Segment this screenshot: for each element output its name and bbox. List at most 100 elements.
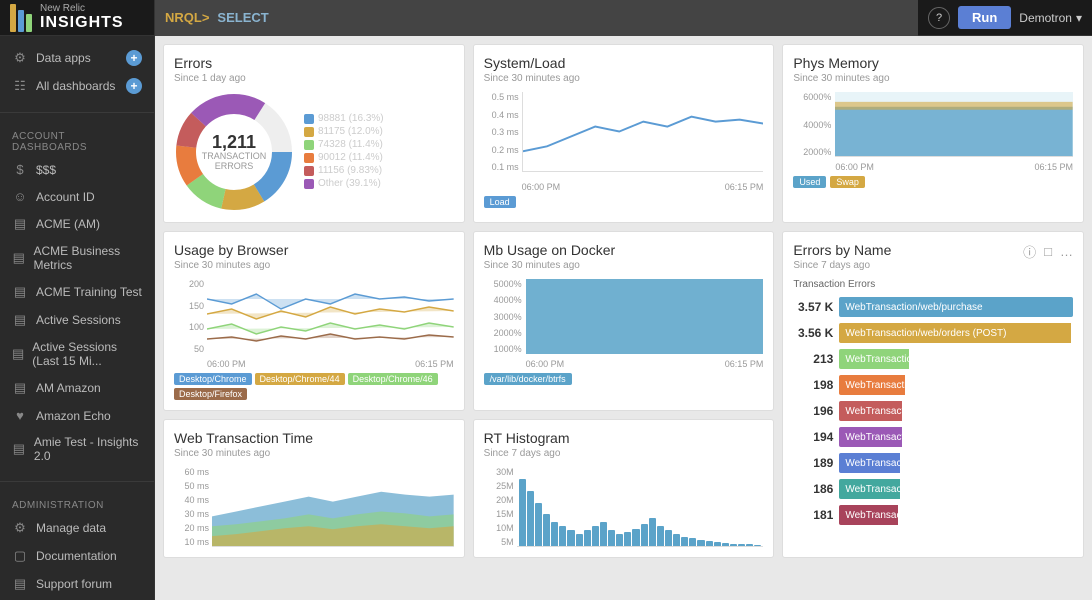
- xaxis-label: 06:00 PM: [526, 359, 565, 369]
- account-icon: ☺: [12, 189, 28, 204]
- xaxis-label: 06:15 PM: [725, 182, 764, 192]
- yaxis-label: 10M: [484, 523, 514, 533]
- yaxis-label: 0.2 ms: [484, 145, 519, 155]
- xaxis-label: 06:00 PM: [522, 182, 561, 192]
- widget-phys-memory: Phys Memory Since 30 minutes ago 6000%40…: [782, 44, 1084, 223]
- error-count: 186: [793, 482, 833, 496]
- browser-tag-item: Desktop/Firefox: [174, 388, 247, 400]
- error-name-row: 186 WebTransaction/web/admin/reports/wee…: [793, 476, 1073, 502]
- usage-browser-subtitle: Since 30 minutes ago: [174, 260, 454, 271]
- errors-legend: 98881 (16.3%)81175 (12.0%)74328 (11.4%)9…: [304, 113, 384, 191]
- rt-bar: [527, 491, 534, 546]
- sidebar: ⚙ Data apps + ☷ All dashboards + ACCOUNT…: [0, 36, 155, 600]
- sidebar-item-all-dashboards[interactable]: ☷ All dashboards +: [0, 72, 154, 100]
- legend-item: Other (39.1%): [304, 178, 384, 189]
- browser-tags: Desktop/ChromeDesktop/Chrome/44Desktop/C…: [174, 373, 454, 400]
- yaxis-label: 50 ms: [174, 481, 209, 491]
- legend-item: 90012 (11.4%): [304, 152, 384, 163]
- docker-yaxis: 5000%4000%3000%2000%1000%: [484, 279, 522, 354]
- rt-bar: [746, 544, 753, 546]
- sidebar-item-amie-test[interactable]: ▤ Amie Test - Insights 2.0: [0, 429, 154, 469]
- docker-xaxis: 06:00 PM06:15 PM: [526, 359, 764, 369]
- info-button[interactable]: ⓘ: [1021, 240, 1038, 263]
- mb-docker-subtitle: Since 30 minutes ago: [484, 260, 764, 271]
- browser-tag-item: Desktop/Chrome/46: [348, 373, 438, 385]
- run-button[interactable]: Run: [958, 6, 1011, 29]
- nrql-input[interactable]: [217, 10, 908, 25]
- widget-mb-docker: Mb Usage on Docker Since 30 minutes ago …: [473, 231, 775, 411]
- logo: New Relic INSIGHTS: [0, 0, 155, 35]
- widget-errors: Errors Since 1 day ago 1,211 T: [163, 44, 465, 223]
- sidebar-item-am-amazon[interactable]: ▤ AM Amazon: [0, 374, 154, 402]
- sidebar-item-acme-am[interactable]: ▤ ACME (AM): [0, 210, 154, 238]
- error-bar-fill: WebTransaction/web/purchase: [839, 297, 1073, 317]
- widget-errors-by-name: Errors by Name Since 7 days ago ⓘ □ … Tr…: [782, 231, 1084, 558]
- error-name-row: 181 WebTransaction/web/...: [793, 502, 1073, 528]
- add-dashboard-button[interactable]: +: [126, 78, 142, 94]
- sidebar-account-id-label: Account ID: [36, 190, 95, 204]
- error-bar-fill: WebTransaction/web/admin/reports/yearly_…: [839, 349, 909, 369]
- yaxis-label: 0.5 ms: [484, 92, 519, 102]
- wtt-chart: 60 ms50 ms40 ms30 ms20 ms10 ms: [174, 467, 454, 547]
- sidebar-item-active-sessions-15[interactable]: ▤ Active Sessions (Last 15 Mi...: [0, 334, 154, 374]
- yaxis-label: 3000%: [484, 312, 522, 322]
- nrql-bar: NRQL>: [155, 0, 918, 36]
- am-amazon-icon: ▤: [12, 380, 28, 396]
- sidebar-item-acme-tt[interactable]: ▤ ACME Training Test: [0, 278, 154, 306]
- sidebar-item-manage-data[interactable]: ⚙ Manage data: [0, 514, 154, 542]
- amie-test-icon: ▤: [12, 441, 26, 457]
- wtt-area-chart: [212, 467, 454, 546]
- add-data-apps-button[interactable]: +: [126, 50, 142, 66]
- error-bar-fill: WebTransaction/web/...: [839, 505, 897, 525]
- help-button[interactable]: ?: [928, 7, 950, 29]
- rt-bar: [551, 522, 558, 546]
- errors-name-section-label: Transaction Errors: [793, 279, 1073, 290]
- errors-content: 1,211 TRANSACTION ERRORS 98881 (16.3%)81…: [174, 92, 454, 212]
- error-count: 213: [793, 352, 833, 366]
- legend-label: 98881 (16.3%): [318, 113, 384, 124]
- logo-brand: INSIGHTS: [40, 14, 124, 32]
- yaxis-label: 5000%: [484, 279, 522, 289]
- sidebar-item-data-apps[interactable]: ⚙ Data apps +: [0, 44, 154, 72]
- phys-memory-tags: UsedSwap: [793, 176, 1073, 188]
- sidebar-item-active-sessions[interactable]: ▤ Active Sessions: [0, 306, 154, 334]
- system-load-title: System/Load: [484, 55, 764, 71]
- rt-bar: [616, 534, 623, 546]
- error-name-row: 198 WebTransaction/web/order_status (GET…: [793, 372, 1073, 398]
- sidebar-item-support-forum[interactable]: ▤ Support forum: [0, 570, 154, 598]
- sidebar-item-account-id[interactable]: ☺ Account ID: [0, 183, 154, 210]
- yaxis-label: 2000%: [484, 328, 522, 338]
- legend-label: Other (39.1%): [318, 178, 381, 189]
- expand-button[interactable]: □: [1042, 240, 1054, 263]
- errors-subtitle: Since 1 day ago: [174, 73, 454, 84]
- rt-bar: [657, 526, 664, 546]
- yaxis-label: 1000%: [484, 344, 522, 354]
- browser-lines: [207, 279, 454, 354]
- rt-bar: [535, 503, 542, 546]
- errors-name-list: 3.57 K WebTransaction/web/purchase 3.56 …: [793, 294, 1073, 528]
- sidebar-item-amazon-echo[interactable]: ♥ Amazon Echo: [0, 402, 154, 429]
- browser-xaxis: 06:00 PM06:15 PM: [207, 359, 454, 369]
- errors-by-name-header: Errors by Name Since 7 days ago ⓘ □ …: [793, 242, 1073, 279]
- yaxis-label: 150: [174, 301, 204, 311]
- widget-usage-browser: Usage by Browser Since 30 minutes ago 20…: [163, 231, 465, 411]
- xaxis-label: 06:00 PM: [207, 359, 246, 369]
- rt-bar: [665, 530, 672, 546]
- sidebar-item-money[interactable]: $ $$$: [0, 156, 154, 183]
- sidebar-item-acme-bm[interactable]: ▤ ACME Business Metrics: [0, 238, 154, 278]
- account-selector[interactable]: Demotron ▾: [1019, 11, 1082, 25]
- system-load-legend-tag: Load: [484, 196, 516, 208]
- yaxis-label: 0.4 ms: [484, 110, 519, 120]
- error-bar-bg: WebTransaction/web/admin/reports/monthly…: [839, 453, 1073, 473]
- error-bar-bg: WebTransaction/web/admin/reports/yearly_…: [839, 349, 1073, 369]
- sidebar-active-sessions-label: Active Sessions: [36, 313, 121, 327]
- sidebar-item-documentation[interactable]: ▢ Documentation: [0, 542, 154, 570]
- more-button[interactable]: …: [1058, 240, 1075, 263]
- yaxis-label: 100: [174, 322, 204, 332]
- yaxis-label: 0.1 ms: [484, 162, 519, 172]
- phys-memory-bars: [835, 92, 1073, 156]
- errors-by-name-subtitle: Since 7 days ago: [793, 260, 891, 271]
- error-bar-bg: WebTransaction/web/...: [839, 505, 1073, 525]
- rt-plot: [517, 467, 764, 547]
- errors-donut: 1,211 TRANSACTION ERRORS: [174, 92, 294, 212]
